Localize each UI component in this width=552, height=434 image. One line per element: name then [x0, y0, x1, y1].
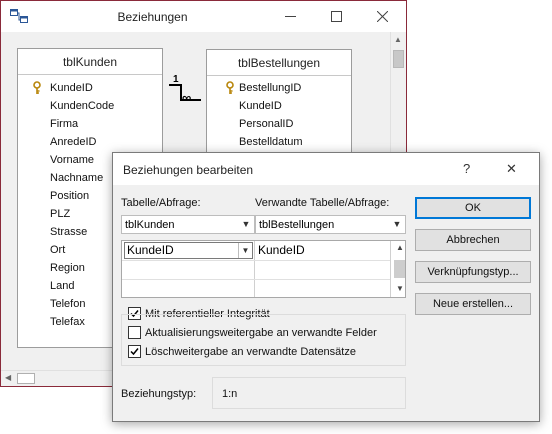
field-item[interactable]: PersonalID: [207, 115, 351, 133]
dialog-title-bar[interactable]: Beziehungen bearbeiten ? ✕: [113, 153, 539, 185]
cascade-delete-checkbox[interactable]: [128, 345, 141, 358]
create-new-button[interactable]: Neue erstellen...: [415, 293, 531, 315]
scroll-down-icon[interactable]: ▼: [396, 284, 404, 293]
grid-scroll-thumb[interactable]: [394, 260, 405, 278]
field-item[interactable]: AnredeID: [18, 133, 162, 151]
field-item[interactable]: Firma: [18, 115, 162, 133]
dialog-title: Beziehungen bearbeiten: [123, 163, 254, 177]
cascade-update-checkbox[interactable]: [128, 326, 141, 339]
key-icon: [225, 81, 235, 95]
grid-row-divider: [122, 279, 390, 280]
cascade-update-option[interactable]: Aktualisierungsweitergabe an verwandte F…: [128, 326, 377, 339]
maximize-icon: [330, 11, 342, 22]
cascade-delete-option[interactable]: Löschweitergabe an verwandte Datensätze: [128, 345, 356, 358]
grid-column-divider: [254, 241, 255, 297]
field-item[interactable]: KundeID: [207, 97, 351, 115]
grid-scroll-divider: [390, 241, 391, 297]
grid-cell-right[interactable]: KundeID: [258, 243, 305, 257]
many-side-marker: ∞: [182, 90, 192, 105]
checkbox-label: Löschweitergabe an verwandte Datensätze: [145, 345, 356, 358]
minimize-icon: [284, 16, 296, 17]
chevron-down-icon: ▼: [241, 219, 251, 229]
checkbox-label: Aktualisierungsweitergabe an verwandte F…: [145, 326, 377, 339]
scroll-thumb[interactable]: [17, 373, 35, 384]
table-window-bestellungen[interactable]: tblBestellungen BestellungID KundeID Per…: [206, 49, 352, 169]
key-icon: [32, 81, 42, 95]
field-item[interactable]: KundenCode: [18, 97, 162, 115]
grid-row-divider: [122, 260, 390, 261]
relationship-type-label: Beziehungstyp:: [121, 388, 197, 400]
field-item[interactable]: KundeID: [18, 79, 162, 97]
close-button[interactable]: [359, 1, 405, 32]
window-title: Beziehungen: [117, 10, 188, 24]
close-icon: [376, 11, 388, 22]
table-select[interactable]: tblKunden ▼: [121, 215, 255, 234]
help-button[interactable]: ?: [463, 161, 470, 176]
table-title[interactable]: tblBestellungen: [207, 50, 351, 76]
field-item[interactable]: BestellungID: [207, 79, 351, 97]
edit-relationships-dialog: Beziehungen bearbeiten ? ✕ Tabelle/Abfra…: [112, 152, 540, 422]
field-list: BestellungID KundeID PersonalID Bestelld…: [207, 76, 351, 151]
cancel-button[interactable]: Abbrechen: [415, 229, 531, 251]
field-mapping-grid[interactable]: KundeID ▼ KundeID ▲ ▼: [121, 240, 406, 298]
related-table-select[interactable]: tblBestellungen ▼: [255, 215, 406, 234]
integrity-options-group: [121, 314, 406, 366]
title-bar[interactable]: Beziehungen: [1, 1, 406, 32]
minimize-button[interactable]: [267, 1, 313, 32]
relationship-type-value: 1:n: [222, 388, 238, 400]
chevron-down-icon: ▼: [392, 219, 402, 229]
relationship-type-box: 1:n: [212, 377, 406, 409]
one-side-marker: 1: [173, 74, 179, 85]
chevron-down-icon[interactable]: ▼: [238, 243, 252, 258]
scroll-left-icon[interactable]: ◀: [5, 373, 11, 382]
maximize-button[interactable]: [313, 1, 359, 32]
ok-button[interactable]: OK: [415, 197, 531, 219]
related-table-label: Verwandte Tabelle/Abfrage:: [255, 197, 390, 209]
table-label: Tabelle/Abfrage:: [121, 197, 201, 209]
dialog-close-button[interactable]: ✕: [506, 161, 517, 177]
table-title[interactable]: tblKunden: [18, 49, 162, 75]
check-icon: [130, 348, 139, 356]
join-type-button[interactable]: Verknüpfungstyp...: [415, 261, 531, 283]
scroll-up-icon[interactable]: ▲: [394, 35, 402, 44]
grid-cell-left[interactable]: KundeID ▼: [124, 242, 253, 259]
field-item[interactable]: Bestelldatum: [207, 133, 351, 151]
scroll-thumb[interactable]: [393, 50, 404, 68]
scroll-up-icon[interactable]: ▲: [396, 243, 404, 252]
